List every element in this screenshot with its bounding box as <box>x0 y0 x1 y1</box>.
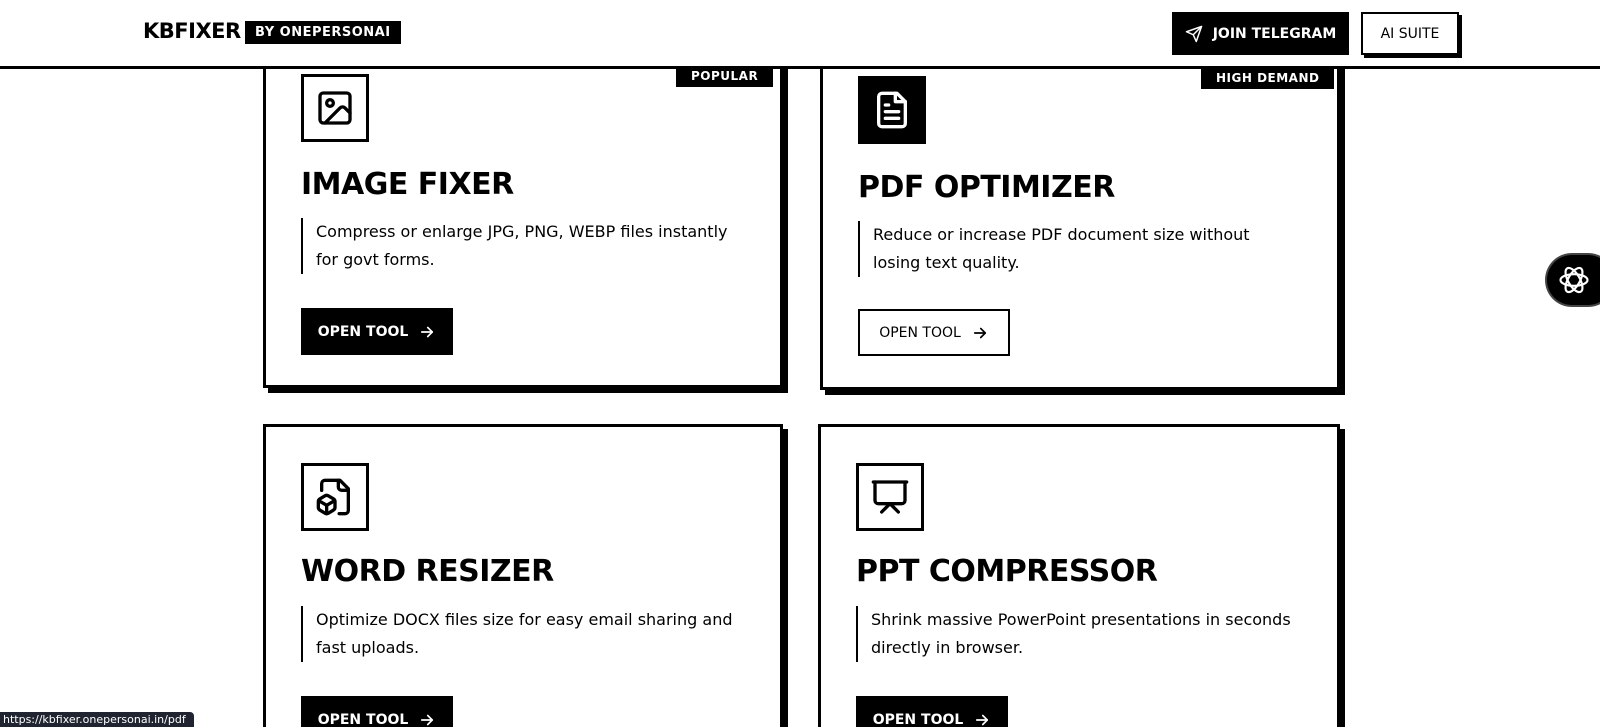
ai-suite-button[interactable]: AI SUITE <box>1361 12 1459 55</box>
open-tool-button[interactable]: OPEN TOOL <box>301 696 453 727</box>
open-tool-button[interactable]: OPEN TOOL <box>301 308 453 355</box>
tool-card-word-resizer: WORD RESIZER Optimize DOCX files size fo… <box>263 424 783 727</box>
document-icon <box>877 91 907 129</box>
file-box-icon <box>316 478 350 516</box>
tool-card-pdf-optimizer: HIGH DEMAND PDF OPTIMIZER Reduce or incr… <box>820 42 1340 390</box>
send-icon <box>1185 25 1202 42</box>
join-telegram-button[interactable]: JOIN TELEGRAM <box>1172 12 1349 55</box>
arrow-right-icon <box>976 714 989 725</box>
arrow-right-icon <box>421 326 434 337</box>
presentation-icon <box>871 480 909 514</box>
image-icon-box <box>301 74 369 142</box>
tool-card-ppt-compressor: PPT COMPRESSOR Shrink massive PowerPoint… <box>818 424 1340 727</box>
card-title: PDF OPTIMIZER <box>858 170 1115 205</box>
ai-assistant-floating-button[interactable] <box>1547 255 1600 305</box>
by-onepersonai-badge: BY ONEPERSONAI <box>245 21 401 44</box>
join-telegram-label: JOIN TELEGRAM <box>1212 25 1337 42</box>
open-tool-label: OPEN TOOL <box>879 324 961 341</box>
high-demand-badge: HIGH DEMAND <box>1201 67 1335 89</box>
card-description: Optimize DOCX files size for easy email … <box>301 606 741 662</box>
arrow-right-icon <box>973 327 986 338</box>
tool-card-image-fixer: POPULAR IMAGE FIXER Compress or enlarge … <box>263 42 783 388</box>
status-bar-url: https://kbfixer.onepersonai.in/pdf <box>0 712 194 727</box>
top-header: KBFIXER BY ONEPERSONAI JOIN TELEGRAM AI … <box>0 0 1600 69</box>
site-logo[interactable]: KBFIXER <box>143 19 241 43</box>
open-tool-label: OPEN TOOL <box>317 711 409 727</box>
openai-logo-icon <box>1559 266 1589 294</box>
presentation-icon-box <box>856 463 924 531</box>
open-tool-label: OPEN TOOL <box>872 711 964 727</box>
open-tool-button[interactable]: OPEN TOOL <box>856 696 1008 727</box>
card-description: Shrink massive PowerPoint presentations … <box>856 606 1296 662</box>
file-box-icon-box <box>301 463 369 531</box>
card-description: Reduce or increase PDF document size wit… <box>858 221 1298 277</box>
image-icon <box>318 91 352 125</box>
card-title: IMAGE FIXER <box>301 167 514 202</box>
document-icon-box <box>858 76 926 144</box>
open-tool-button[interactable]: OPEN TOOL <box>858 309 1010 356</box>
card-title: WORD RESIZER <box>301 554 554 589</box>
arrow-right-icon <box>421 714 434 725</box>
open-tool-label: OPEN TOOL <box>317 323 409 340</box>
card-title: PPT COMPRESSOR <box>856 554 1158 589</box>
card-description: Compress or enlarge JPG, PNG, WEBP files… <box>301 218 741 274</box>
